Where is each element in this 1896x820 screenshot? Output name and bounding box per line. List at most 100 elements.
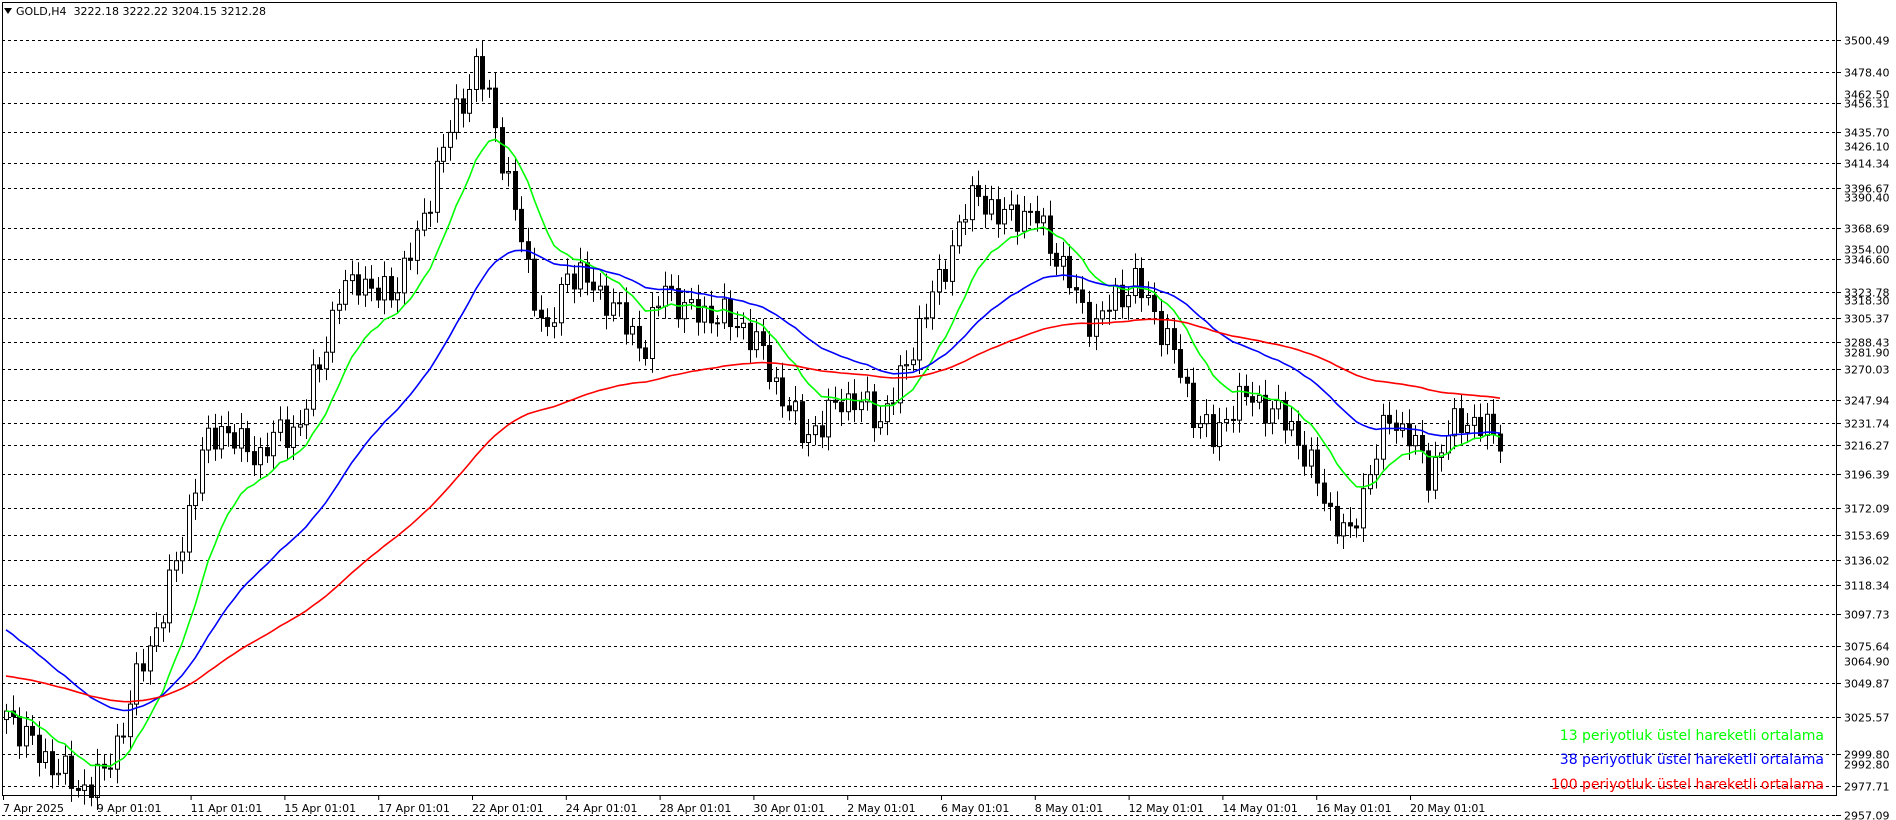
candle-bear [839, 401, 844, 413]
time-label: 2 May 01:01 [847, 802, 915, 815]
candle-bear [643, 347, 648, 360]
candle-bull [1041, 215, 1046, 224]
price-label: 3414.34 [1844, 158, 1890, 171]
candle-bull [1061, 255, 1066, 267]
candle-bear [943, 268, 948, 282]
candle-bull [174, 560, 179, 571]
candle-bull [324, 351, 329, 370]
candle-bull [689, 299, 694, 304]
candle-bull [1472, 416, 1477, 426]
candle-bull [395, 292, 400, 301]
candle-bull [1198, 423, 1203, 428]
candle-bull [930, 291, 935, 319]
candle-bull [559, 283, 564, 324]
candle-bull [506, 171, 511, 174]
candle-bull [611, 302, 616, 316]
candle-bull [148, 645, 153, 672]
candle-bear [519, 208, 524, 243]
candle-bull [454, 98, 459, 133]
candle-bear [833, 399, 838, 403]
candle-bull [382, 276, 387, 301]
price-label: 3368.69 [1844, 223, 1890, 236]
price-chart[interactable]: 3500.493478.403456.313435.703414.343396.… [0, 0, 1896, 820]
candle-bear [232, 432, 237, 449]
candle-bear [1185, 376, 1190, 384]
candle-bear [108, 767, 113, 770]
candle-bear [604, 285, 609, 316]
candle-bear [1159, 310, 1164, 346]
candle-bull [970, 185, 975, 221]
legend-ema38: 38 periyotluk üstel hareketli ortalama [1559, 752, 1824, 768]
candle-bear [1250, 396, 1255, 403]
candle-bull [1224, 418, 1229, 424]
candle-bear [121, 735, 126, 738]
candle-bear [1015, 204, 1020, 232]
candle-bear [637, 325, 642, 349]
candle-bull [441, 146, 446, 162]
candle-bull [1165, 328, 1170, 346]
candle-bull [963, 219, 968, 223]
candle-bull [1276, 400, 1281, 410]
time-label: 7 Apr 2025 [3, 802, 64, 815]
chart-header: GOLD,H4 3222.18 3222.22 3204.15 3212.28 [4, 5, 266, 18]
candle-bear [1335, 505, 1340, 537]
candle-bear [1328, 502, 1333, 507]
candle-bull [187, 505, 192, 553]
candle-bull [219, 426, 224, 450]
candle-bear [591, 281, 596, 291]
price-label: 3270.03 [1844, 364, 1890, 377]
candle-bear [532, 258, 537, 311]
candle-bear [213, 427, 218, 450]
candle-bull [258, 447, 263, 466]
candle-bull [415, 229, 420, 261]
candle-bull [474, 56, 479, 90]
candle-bear [1035, 210, 1040, 224]
time-label: 15 Apr 01:01 [284, 802, 356, 815]
price-label-minor: 3462.50 [1844, 89, 1890, 102]
candle-bear [317, 364, 322, 370]
candle-bull [846, 393, 851, 413]
price-label: 3196.39 [1844, 469, 1890, 482]
candle-bull [957, 221, 962, 247]
candle-bear [820, 425, 825, 438]
price-label: 3097.73 [1844, 609, 1890, 622]
candle-bull [161, 622, 166, 629]
price-label-minor: 3426.10 [1844, 141, 1890, 154]
candle-bull [56, 772, 61, 776]
candle-bear [265, 447, 270, 457]
candle-bear [976, 185, 981, 197]
candle-bear [1322, 482, 1327, 504]
candle-bear [141, 663, 146, 672]
candle-bull [702, 305, 707, 323]
candle-bear [37, 734, 42, 763]
candle-bull [1368, 474, 1373, 490]
candle-bull [43, 751, 48, 763]
candle-bear [735, 326, 740, 329]
candle-bear [376, 287, 381, 301]
price-label: 3231.74 [1844, 418, 1890, 431]
candle-bear [245, 428, 250, 453]
candle-bull [428, 211, 433, 214]
price-label: 3478.40 [1844, 67, 1890, 80]
candle-bull [278, 419, 283, 433]
candle-bull [826, 399, 831, 438]
candle-bull [806, 434, 811, 444]
time-label: 9 Apr 01:01 [97, 802, 162, 815]
candle-bull [330, 309, 335, 353]
legend-ema100: 100 periyotluk üstel hareketli ortalama [1550, 777, 1824, 793]
candle-bull [343, 280, 348, 305]
candle-bear [69, 755, 74, 789]
candle-bull [793, 401, 798, 412]
time-label: 28 Apr 01:01 [660, 802, 732, 815]
candle-bull [1094, 318, 1099, 337]
candle-bull [24, 725, 29, 747]
symbol-label: GOLD,H4 [16, 5, 67, 18]
candle-bear [1348, 522, 1353, 527]
collapse-triangle-icon[interactable] [4, 8, 12, 14]
price-label-minor: 3354.00 [1844, 244, 1890, 257]
candle-bear [500, 127, 505, 174]
candle-bear [252, 451, 257, 466]
candle-bull [350, 274, 355, 282]
candle-bull [1400, 423, 1405, 431]
price-label: 3305.37 [1844, 313, 1890, 326]
